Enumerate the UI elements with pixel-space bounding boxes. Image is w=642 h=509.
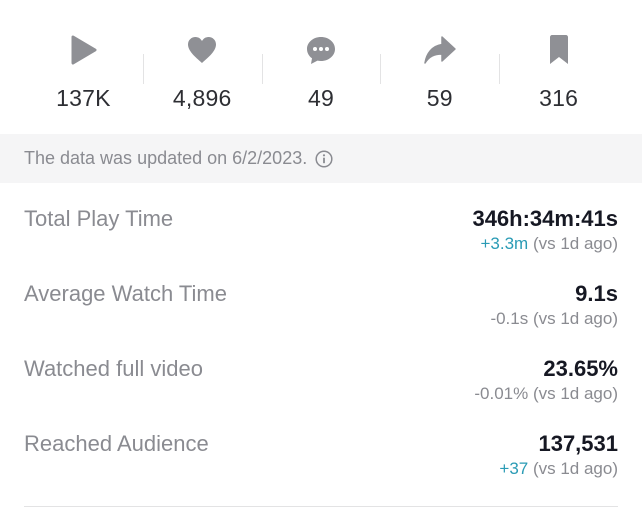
delta-value: -0.1s xyxy=(490,309,529,328)
metric-value: 9.1s xyxy=(575,281,618,306)
stat-views: 137K xyxy=(24,18,143,118)
metric-delta: +3.3m (vs 1d ago) xyxy=(481,234,619,254)
stat-saves: 316 xyxy=(499,18,618,118)
metric-value: 23.65% xyxy=(543,356,618,381)
share-icon xyxy=(423,30,457,70)
views-count: 137K xyxy=(56,85,111,111)
metric-value: 137,531 xyxy=(538,431,618,456)
metric-label: Average Watch Time xyxy=(24,281,227,306)
heart-icon xyxy=(186,30,218,70)
delta-value: +3.3m xyxy=(480,234,529,253)
bookmark-icon xyxy=(546,30,572,70)
divider xyxy=(24,506,618,507)
notice-text: The data was updated on 6/2/2023. xyxy=(24,148,308,168)
info-icon[interactable] xyxy=(315,149,333,168)
metric-average-watch-time: Average Watch Time 9.1s -0.1s (vs 1d ago… xyxy=(24,281,618,341)
likes-count: 4,896 xyxy=(172,85,232,111)
data-updated-notice: The data was updated on 6/2/2023. xyxy=(0,134,642,183)
metric-delta: +37 (vs 1d ago) xyxy=(499,459,618,479)
metric-reached-audience: Reached Audience 137,531 +37 (vs 1d ago) xyxy=(24,431,618,491)
metric-watched-full-video: Watched full video 23.65% -0.01% (vs 1d … xyxy=(24,356,618,416)
play-icon xyxy=(68,30,98,70)
delta-suffix: (vs 1d ago) xyxy=(528,309,618,328)
stat-comments: 49 xyxy=(261,18,381,118)
delta-suffix: (vs 1d ago) xyxy=(528,459,618,478)
metric-label: Reached Audience xyxy=(24,431,209,456)
metric-total-play-time: Total Play Time 346h:34m:41s +3.3m (vs 1… xyxy=(24,206,618,266)
metric-label: Total Play Time xyxy=(24,206,174,231)
stat-shares: 59 xyxy=(380,18,499,118)
stat-likes: 4,896 xyxy=(142,18,262,118)
delta-value: +37 xyxy=(499,459,529,478)
metric-label: Watched full video xyxy=(24,356,203,381)
delta-suffix: (vs 1d ago) xyxy=(528,384,618,403)
delta-value: -0.01% xyxy=(474,384,529,403)
stats-row: 137K 4,896 49 59 316 xyxy=(24,18,618,118)
shares-count: 59 xyxy=(426,85,453,111)
delta-suffix: (vs 1d ago) xyxy=(528,234,618,253)
metric-delta: -0.01% (vs 1d ago) xyxy=(474,384,618,404)
metric-delta: -0.1s (vs 1d ago) xyxy=(490,309,618,329)
metric-value: 346h:34m:41s xyxy=(472,206,618,231)
comment-icon xyxy=(305,30,337,70)
saves-count: 316 xyxy=(539,85,579,111)
comments-count: 49 xyxy=(308,85,334,111)
